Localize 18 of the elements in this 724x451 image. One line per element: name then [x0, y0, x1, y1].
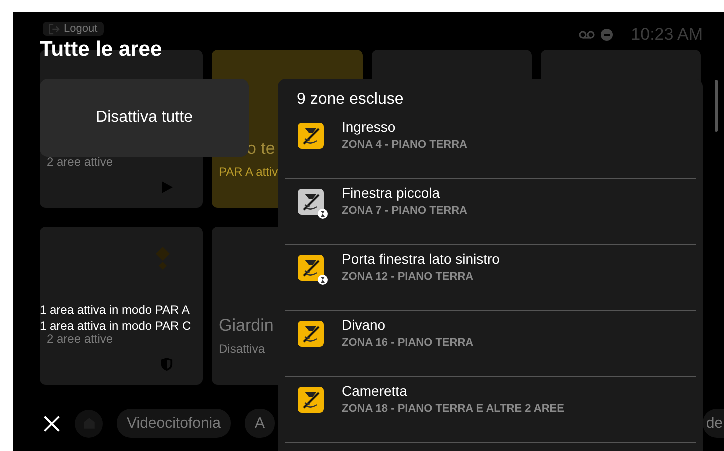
zone-name: Divano [342, 317, 387, 333]
tooltip-line: 1 area attiva in modo PAR C [40, 318, 192, 334]
tooltip-line: 1 area attiva in modo PAR A [40, 302, 191, 318]
zone-location: ZONA 4 - PIANO TERRA [342, 139, 468, 151]
zone-name: Cameretta [342, 383, 408, 399]
zone-location: ZONA 7 - PIANO TERRA [342, 205, 468, 217]
zone-location: ZONA 18 - PIANO TERRA E ALTRE 2 AREE [342, 403, 564, 415]
area-status: 2 aree attive [47, 332, 114, 346]
zone-name: Ingresso [342, 119, 397, 135]
page-title: Tutte le aree [40, 39, 162, 61]
zone-location: ZONA 12 - PIANO TERRA [342, 271, 475, 283]
zone-name: Finestra piccola [342, 185, 442, 201]
zone-name: Porta finestra lato sinistro [342, 251, 500, 267]
area-status: PAR A attiv [219, 165, 280, 179]
clock-time: 10:23 AM [631, 24, 703, 44]
panel-title: 9 zone escluse [296, 91, 405, 109]
zone-location: ZONA 16 - PIANO TERRA [342, 337, 474, 349]
area-status: 2 aree attive [47, 155, 114, 169]
